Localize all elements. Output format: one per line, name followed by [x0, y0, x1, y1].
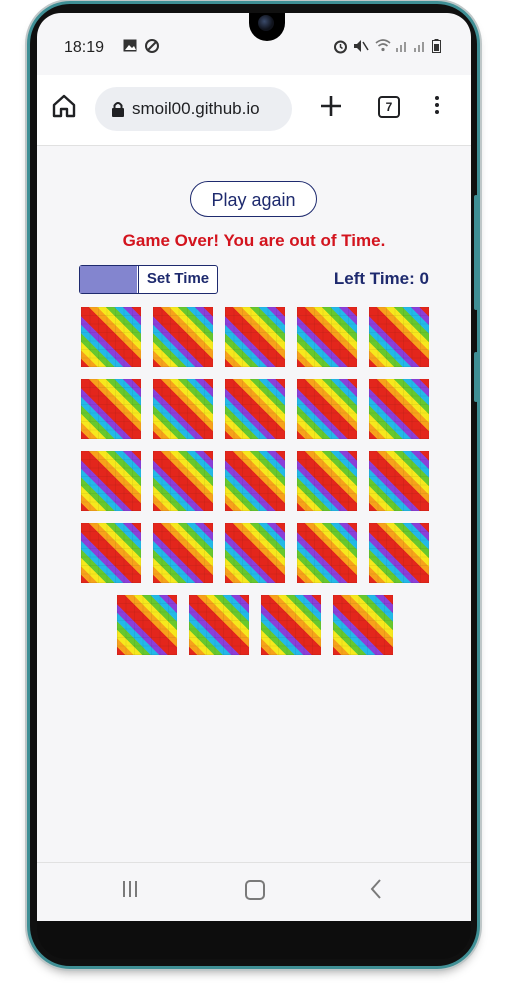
play-again-button[interactable]: Play again [190, 181, 317, 217]
home-icon[interactable] [51, 93, 81, 123]
system-nav-bar [37, 862, 471, 921]
memory-card[interactable] [369, 307, 429, 367]
image-icon [123, 39, 137, 55]
signal-icon [413, 39, 427, 55]
memory-card[interactable] [225, 379, 285, 439]
left-time-label: Left Time: [333, 269, 415, 288]
power-button [474, 352, 478, 402]
memory-card[interactable] [81, 307, 141, 367]
memory-card[interactable] [117, 595, 177, 655]
game-over-message: Game Over! You are out of Time. [122, 231, 386, 250]
memory-card[interactable] [81, 451, 141, 511]
recent-apps-icon[interactable] [123, 881, 141, 899]
battery-icon [432, 39, 441, 56]
memory-card[interactable] [261, 595, 321, 655]
back-icon[interactable] [369, 878, 383, 906]
status-bar: 18:19 [37, 35, 471, 65]
volume-button [474, 195, 478, 310]
timer-progress-bar [80, 266, 137, 293]
memory-card[interactable] [297, 451, 357, 511]
home-icon[interactable] [245, 880, 265, 900]
lock-icon[interactable] [111, 101, 125, 117]
memory-card[interactable] [225, 451, 285, 511]
url-text[interactable]: smoil00.github.io [132, 99, 287, 119]
memory-card[interactable] [153, 523, 213, 583]
plus-icon[interactable] [320, 95, 342, 117]
status-time: 18:19 [64, 39, 105, 56]
signal-icon [395, 39, 409, 55]
wifi-icon [375, 39, 391, 55]
game-page: Play again Game Over! You are out of Tim… [37, 146, 471, 861]
left-time: Left Time: 0 [334, 269, 429, 289]
set-time-control[interactable]: Set Time [79, 265, 218, 294]
memory-card[interactable] [81, 379, 141, 439]
memory-card[interactable] [369, 451, 429, 511]
left-time-value: 0 [419, 269, 429, 288]
memory-card[interactable] [153, 379, 213, 439]
phone-chin [37, 921, 471, 959]
tab-count-button[interactable]: 7 [378, 96, 400, 118]
memory-card[interactable] [81, 523, 141, 583]
memory-card[interactable] [369, 523, 429, 583]
memory-card[interactable] [297, 379, 357, 439]
memory-card[interactable] [225, 307, 285, 367]
set-time-button[interactable]: Set Time [138, 266, 217, 293]
memory-card[interactable] [369, 379, 429, 439]
data-saver-icon [145, 39, 159, 56]
memory-card[interactable] [189, 595, 249, 655]
memory-card[interactable] [153, 307, 213, 367]
mute-icon [353, 39, 369, 56]
memory-card[interactable] [297, 307, 357, 367]
memory-card[interactable] [153, 451, 213, 511]
menu-icon[interactable] [429, 93, 445, 119]
screen: 18:19 smoil00.github.io 7 Play again Gam… [37, 13, 471, 921]
alarm-icon [333, 39, 348, 57]
browser-toolbar: smoil00.github.io 7 [37, 75, 471, 145]
memory-card[interactable] [225, 523, 285, 583]
memory-card[interactable] [333, 595, 393, 655]
memory-card[interactable] [297, 523, 357, 583]
url-bar[interactable]: smoil00.github.io [95, 87, 292, 131]
